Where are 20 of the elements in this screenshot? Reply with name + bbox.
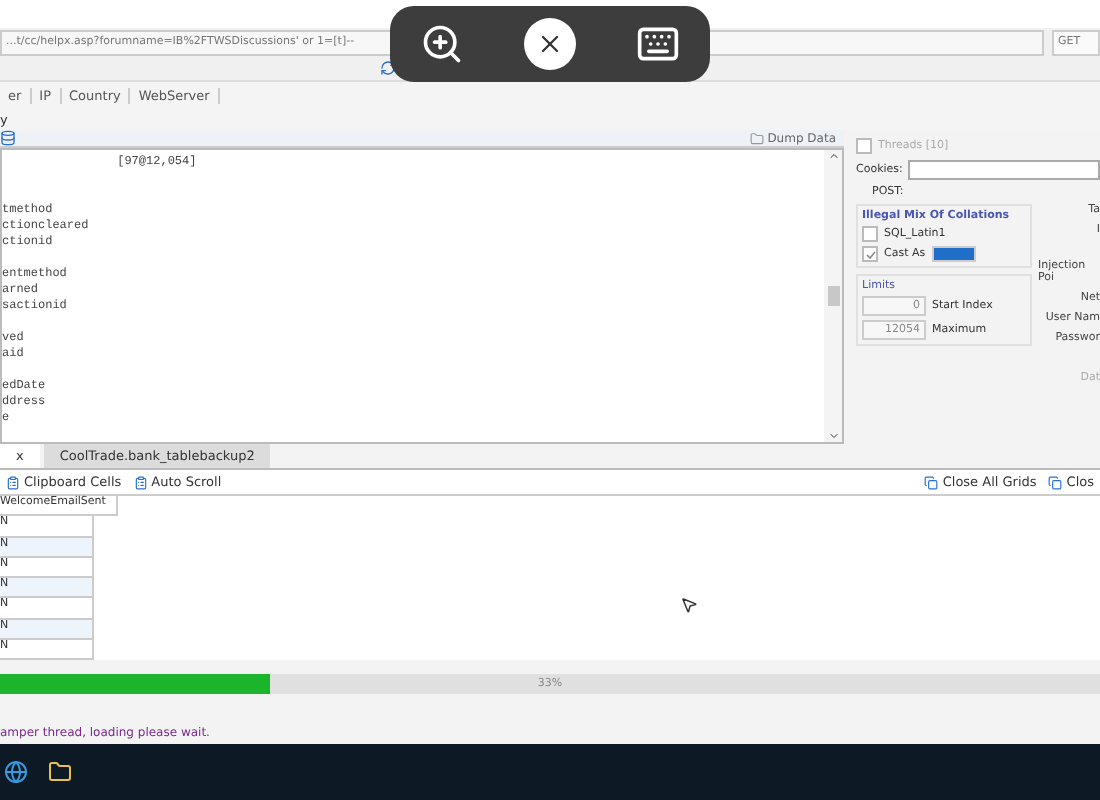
option-checkbox[interactable] (862, 246, 878, 262)
clipboard-icon (133, 475, 148, 489)
zoom-in-icon[interactable] (420, 22, 464, 66)
clipboard-icon (6, 475, 20, 489)
scroll-up-icon[interactable] (827, 150, 839, 162)
folder-icon[interactable] (48, 760, 72, 784)
cookies-field[interactable] (908, 160, 1100, 180)
option-checkbox[interactable] (862, 226, 878, 242)
keyboard-icon[interactable] (636, 22, 680, 66)
cursor-icon (680, 596, 698, 614)
folder-icon (749, 131, 764, 145)
scroll-down-icon[interactable] (827, 430, 839, 442)
connection-icon[interactable] (524, 18, 576, 70)
globe-icon[interactable] (4, 760, 28, 784)
windows-icon (1048, 475, 1063, 489)
cast-dropdown[interactable] (931, 246, 976, 262)
windows-icon (924, 475, 939, 489)
threads-checkbox[interactable] (856, 138, 872, 154)
scrollbar-thumb[interactable] (827, 286, 839, 306)
table-icon[interactable] (0, 130, 16, 146)
